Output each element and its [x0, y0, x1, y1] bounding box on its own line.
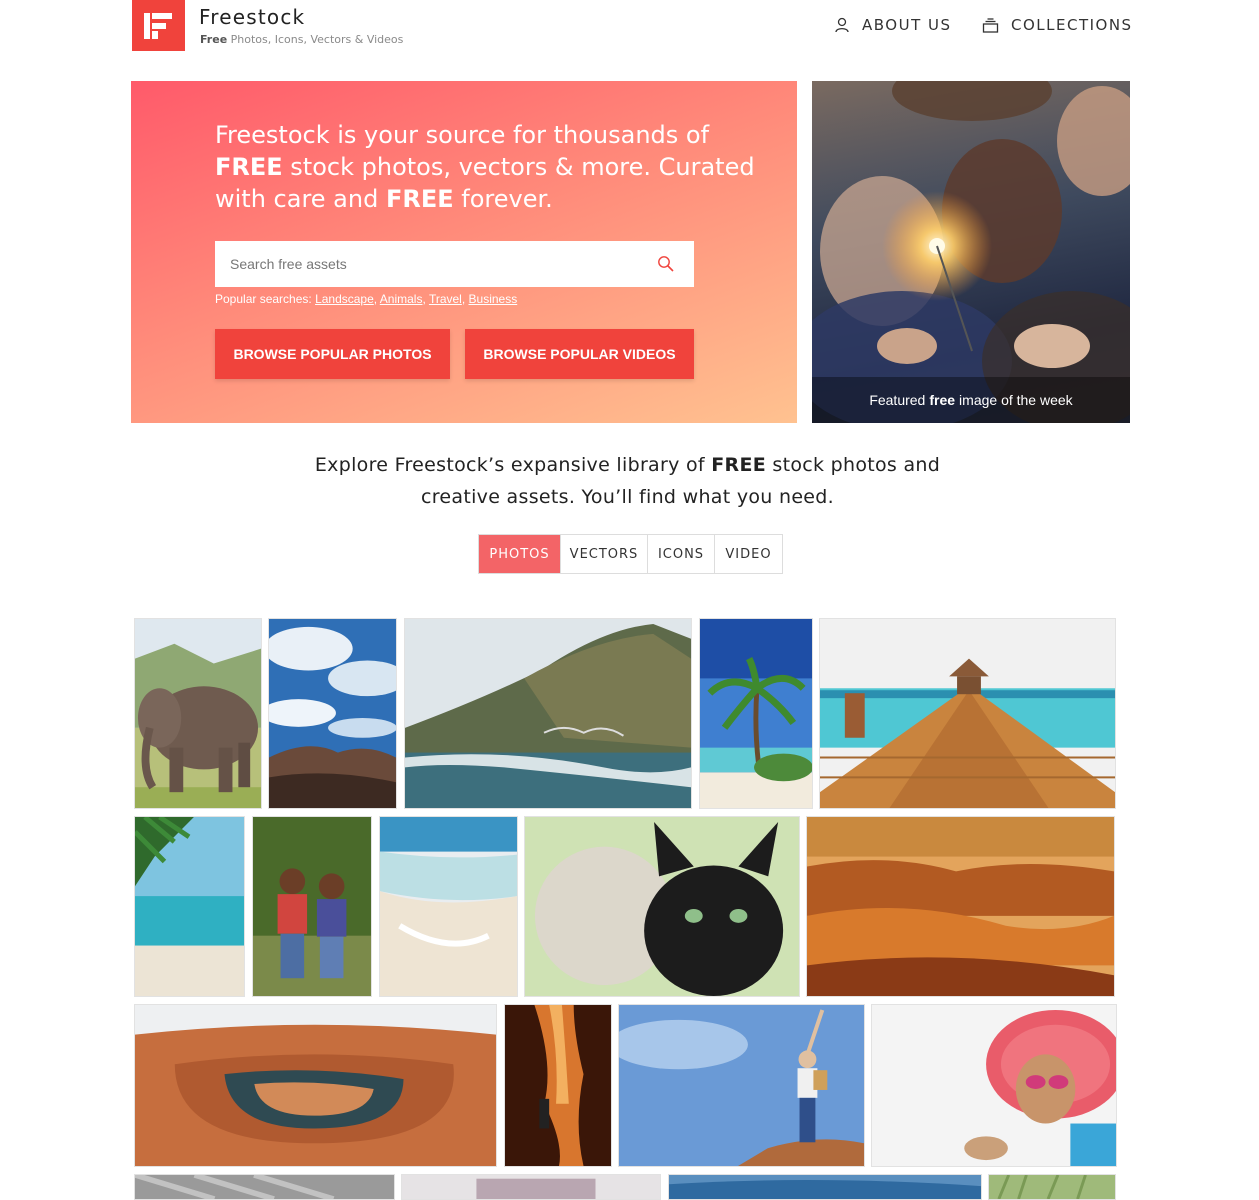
- horseshoe-photo: [135, 1005, 496, 1166]
- popular-link-animals[interactable]: Animals: [380, 292, 423, 306]
- stack-icon: [982, 17, 999, 33]
- search-button[interactable]: [638, 241, 694, 287]
- popular-link-landscape[interactable]: Landscape: [315, 292, 374, 306]
- popular-link-travel[interactable]: Travel: [429, 292, 462, 306]
- photo-volcanic-sky[interactable]: [268, 618, 397, 809]
- popular-link-business[interactable]: Business: [469, 292, 518, 306]
- photo-row4-1[interactable]: [134, 1174, 395, 1200]
- search-icon: [658, 256, 674, 272]
- caption-text-2: image of the week: [959, 392, 1073, 408]
- user-icon: [835, 17, 849, 33]
- nav-collections-label: COLLECTIONS: [1011, 16, 1133, 34]
- photo-elephant[interactable]: [134, 618, 262, 809]
- caption-text-1: Featured: [869, 392, 926, 408]
- tagline-text: Photos, Icons, Vectors & Videos: [227, 33, 404, 46]
- explore-bold: FREE: [711, 454, 767, 476]
- coast-photo: [405, 619, 691, 808]
- search-bar: [215, 241, 694, 287]
- hero-heading: Freestock is your source for thousands o…: [215, 119, 755, 215]
- hero-heading-text-3: forever.: [453, 185, 553, 213]
- sunhat-photo: [872, 1005, 1116, 1166]
- tagline-bold: Free: [200, 33, 228, 46]
- tab-photos[interactable]: PHOTOS: [479, 535, 561, 573]
- canyon-photo: [807, 817, 1114, 996]
- explore-text-1: Explore Freestock’s expansive library of: [314, 454, 712, 476]
- browse-popular-photos-button[interactable]: BROWSE POPULAR PHOTOS: [215, 329, 450, 379]
- photo-beach-waves[interactable]: [379, 816, 518, 997]
- featured-image[interactable]: Featured free image of the week: [812, 81, 1130, 423]
- nav-about-label: ABOUT US: [862, 16, 952, 34]
- photo-antelope-canyon[interactable]: [504, 1004, 612, 1167]
- photo-woman-sunhat[interactable]: [871, 1004, 1117, 1167]
- search-input[interactable]: [215, 241, 638, 287]
- hero-heading-bold-1: FREE: [215, 153, 283, 181]
- photo-row4-3[interactable]: [668, 1174, 982, 1200]
- hero-banner: Freestock is your source for thousands o…: [131, 81, 797, 423]
- explore-intro: Explore Freestock’s expansive library of…: [280, 449, 975, 513]
- photo-children-running[interactable]: [252, 816, 372, 997]
- photo-row4-4[interactable]: [988, 1174, 1116, 1200]
- logo-mark-icon: [144, 13, 172, 39]
- freestock-logo[interactable]: [132, 0, 185, 51]
- palm-tree-photo: [700, 619, 812, 808]
- gray-photo: [135, 1175, 394, 1199]
- site-header: Freestock Free Photos, Icons, Vectors & …: [0, 0, 1259, 60]
- browse-popular-videos-button[interactable]: BROWSE POPULAR VIDEOS: [465, 329, 694, 379]
- grass-photo: [989, 1175, 1115, 1199]
- sky-landscape-photo: [269, 619, 396, 808]
- elephant-photo: [135, 619, 261, 808]
- slot-canyon-photo: [505, 1005, 611, 1166]
- photo-wooden-pier[interactable]: [819, 618, 1116, 809]
- nav-collections[interactable]: COLLECTIONS: [982, 16, 1133, 34]
- kitten-photo: [525, 817, 799, 996]
- popular-searches: Popular searches: Landscape, Animals, Tr…: [215, 292, 518, 306]
- hero-heading-text-1: Freestock is your source for thousands o…: [215, 121, 710, 149]
- brand-name[interactable]: Freestock: [199, 5, 305, 29]
- photo-grand-canyon[interactable]: [806, 816, 1115, 997]
- featured-photo-sparklers: [812, 81, 1130, 423]
- nav-about-us[interactable]: ABOUT US: [834, 16, 952, 34]
- brand-tagline: Free Photos, Icons, Vectors & Videos: [200, 33, 403, 46]
- shore-photo: [135, 817, 244, 996]
- pier-photo: [820, 619, 1115, 808]
- photo-coastal-bridge[interactable]: [404, 618, 692, 809]
- photo-horseshoe-bend[interactable]: [134, 1004, 497, 1167]
- tab-vectors[interactable]: VECTORS: [561, 535, 648, 573]
- kids-photo: [253, 817, 371, 996]
- photo-palm-beach[interactable]: [699, 618, 813, 809]
- photo-hiker-summit[interactable]: [618, 1004, 865, 1167]
- sea-photo: [669, 1175, 981, 1199]
- photo-black-kitten[interactable]: [524, 816, 800, 997]
- asset-type-tabs: PHOTOS VECTORS ICONS VIDEO: [478, 534, 783, 574]
- photo-tropical-shore[interactable]: [134, 816, 245, 997]
- caption-bold: free: [929, 392, 956, 408]
- popular-label: Popular searches:: [215, 292, 316, 306]
- hiker-photo: [619, 1005, 864, 1166]
- hero-heading-bold-2: FREE: [385, 185, 454, 213]
- photo-row4-2[interactable]: [401, 1174, 661, 1200]
- waves-photo: [380, 817, 517, 996]
- tab-video[interactable]: VIDEO: [715, 535, 782, 573]
- tab-icons[interactable]: ICONS: [648, 535, 715, 573]
- featured-caption: Featured free image of the week: [812, 377, 1130, 423]
- mauve-photo: [402, 1175, 660, 1199]
